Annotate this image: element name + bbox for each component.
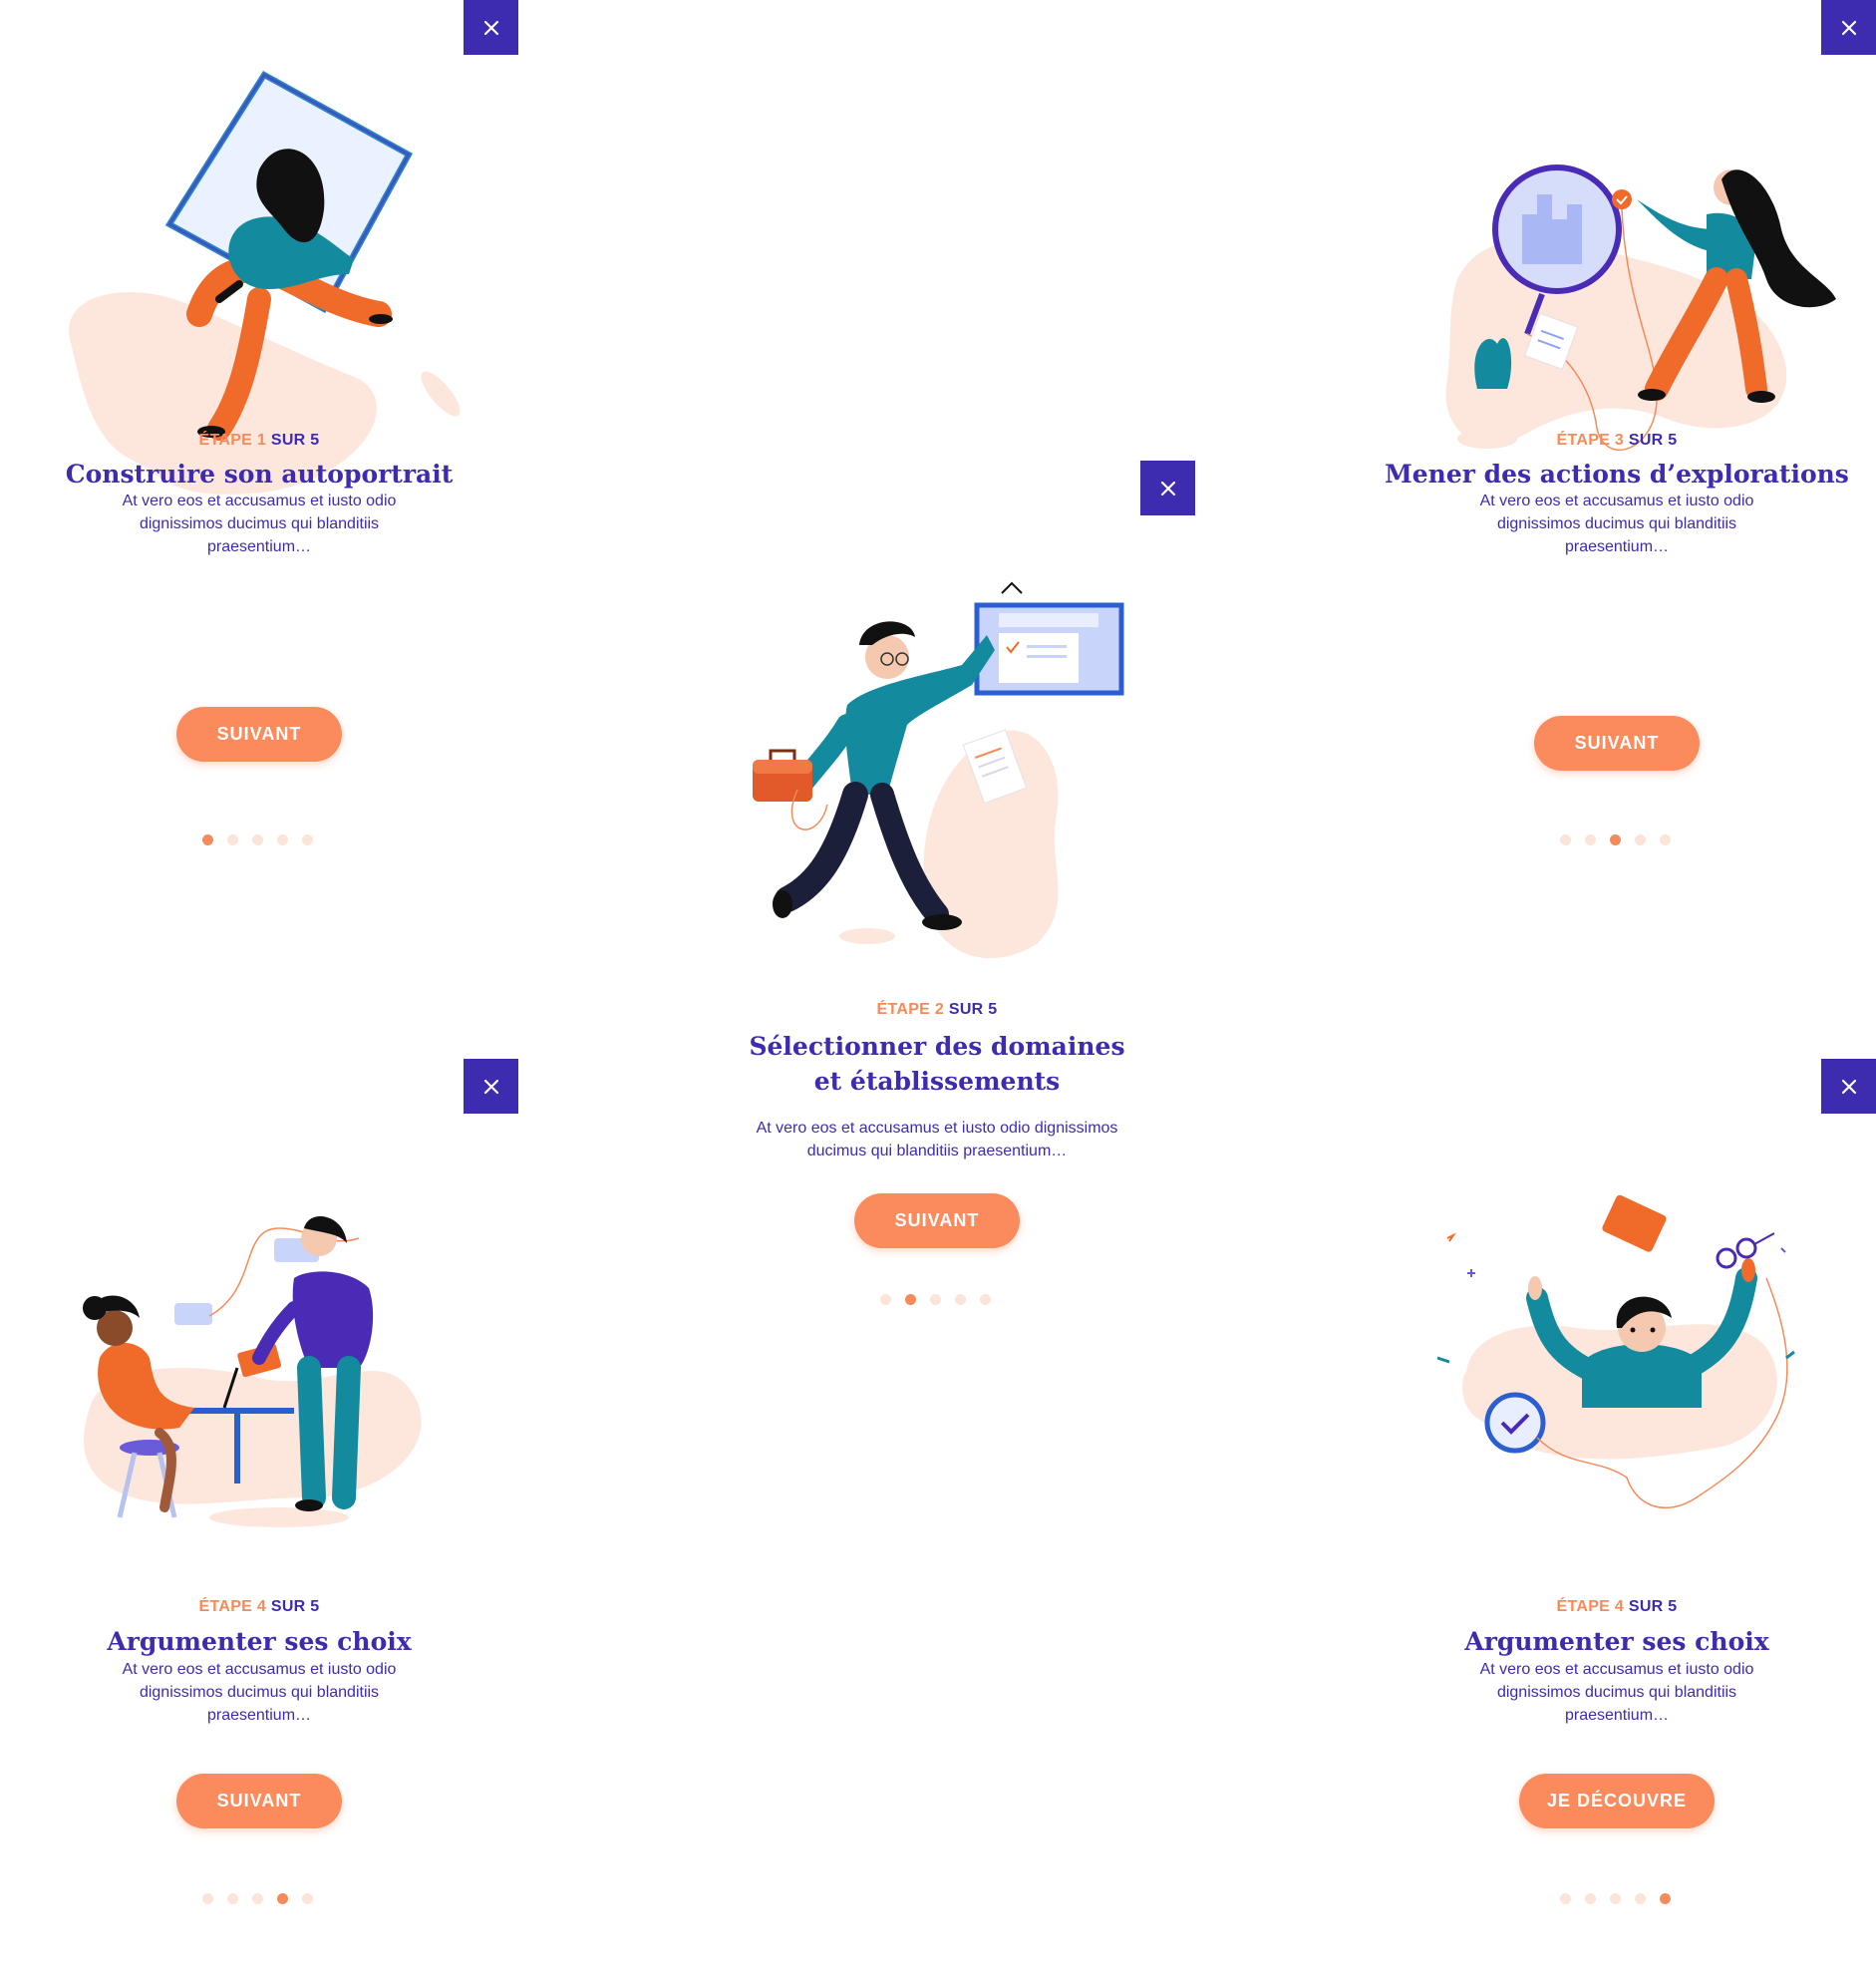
step-indicator: ÉTAPE 4 SUR 5 xyxy=(198,1598,320,1615)
next-button[interactable]: SUIVANT xyxy=(176,1774,342,1828)
step-indicator: ÉTAPE 2 SUR 5 xyxy=(876,1001,998,1018)
pagination-dot[interactable] xyxy=(980,1294,991,1305)
pagination-dot[interactable] xyxy=(930,1294,941,1305)
close-icon xyxy=(1841,1079,1856,1094)
illustration-celebration xyxy=(1436,1194,1795,1508)
pagination-dot[interactable] xyxy=(202,834,213,845)
pagination-dot[interactable] xyxy=(1635,834,1646,845)
step-indicator: ÉTAPE 4 SUR 5 xyxy=(1556,1598,1678,1615)
next-button[interactable]: SUIVANT xyxy=(176,707,342,762)
close-icon xyxy=(1841,20,1856,35)
pagination-dot[interactable] xyxy=(1610,1893,1621,1904)
pagination-dot[interactable] xyxy=(252,834,263,845)
card-title: Argumenter ses choix xyxy=(107,1627,412,1656)
card-description: At vero eos et accusamus et iusto odio d… xyxy=(122,1661,397,1724)
close-button[interactable] xyxy=(464,0,518,55)
pagination-dot[interactable] xyxy=(1585,834,1596,845)
pagination-dot[interactable] xyxy=(227,1893,238,1904)
close-icon xyxy=(1160,481,1175,495)
pagination-dot[interactable] xyxy=(227,834,238,845)
card-title: Argumenter ses choix xyxy=(1464,1627,1769,1656)
pagination-dot[interactable] xyxy=(1610,834,1621,845)
illustration-exploration xyxy=(1445,165,1836,451)
card-description: At vero eos et accusamus et iusto odio d… xyxy=(756,1120,1118,1159)
pagination-dot[interactable] xyxy=(1660,1893,1671,1904)
close-button[interactable] xyxy=(1140,461,1195,515)
pagination-dots xyxy=(880,1294,991,1305)
close-button[interactable] xyxy=(1821,1059,1876,1114)
onboarding-card-step-4: ÉTAPE 4 SUR 5 Argumenter ses choix At ve… xyxy=(0,1059,518,1976)
pagination-dot[interactable] xyxy=(1660,834,1671,845)
pagination-dot[interactable] xyxy=(277,834,288,845)
pagination-dots xyxy=(202,1893,313,1904)
pagination-dots xyxy=(1560,834,1671,845)
onboarding-card-step-2: ÉTAPE 2 SUR 5 Sélectionner des domaines … xyxy=(678,461,1196,1338)
close-icon xyxy=(483,20,498,35)
pagination-dot[interactable] xyxy=(252,1893,263,1904)
pagination-dot[interactable] xyxy=(202,1893,213,1904)
illustration-domain-selection xyxy=(753,581,1124,959)
pagination-dot[interactable] xyxy=(302,834,313,845)
onboarding-card-step-3: ÉTAPE 3 SUR 5 Mener des actions d’explor… xyxy=(1358,0,1876,897)
pagination-dot[interactable] xyxy=(302,1893,313,1904)
close-button[interactable] xyxy=(464,1059,518,1114)
pagination-dot[interactable] xyxy=(1585,1893,1596,1904)
pagination-dots xyxy=(202,834,313,845)
onboarding-card-step-1: ÉTAPE 1 SUR 5 Construire son autoportrai… xyxy=(0,0,518,897)
pagination-dot[interactable] xyxy=(1560,834,1571,845)
step-indicator: ÉTAPE 1 SUR 5 xyxy=(198,432,320,449)
next-button[interactable]: SUIVANT xyxy=(854,1193,1020,1248)
pagination-dot[interactable] xyxy=(955,1294,966,1305)
next-button[interactable]: SUIVANT xyxy=(1534,716,1700,771)
step-indicator: ÉTAPE 3 SUR 5 xyxy=(1556,432,1678,449)
onboarding-card-step-5: ÉTAPE 4 SUR 5 Argumenter ses choix At ve… xyxy=(1358,1059,1876,1976)
close-button[interactable] xyxy=(1821,0,1876,55)
pagination-dot[interactable] xyxy=(277,1893,288,1904)
close-icon xyxy=(483,1079,498,1094)
card-description: At vero eos et accusamus et iusto odio d… xyxy=(1479,1661,1754,1724)
pagination-dots xyxy=(1560,1893,1671,1904)
card-title: Construire son autoportrait xyxy=(65,460,454,489)
card-title: Mener des actions d’explorations xyxy=(1385,460,1849,489)
pagination-dot[interactable] xyxy=(905,1294,916,1305)
illustration-argument-discussion xyxy=(83,1216,422,1527)
discover-button[interactable]: JE DÉCOUVRE xyxy=(1519,1774,1715,1828)
card-description: At vero eos et accusamus et iusto odio d… xyxy=(1479,493,1754,555)
card-title: Sélectionner des domaines et établisseme… xyxy=(749,1032,1125,1096)
pagination-dot[interactable] xyxy=(1635,1893,1646,1904)
pagination-dot[interactable] xyxy=(880,1294,891,1305)
pagination-dot[interactable] xyxy=(1560,1893,1571,1904)
card-description: At vero eos et accusamus et iusto odio d… xyxy=(122,493,397,555)
